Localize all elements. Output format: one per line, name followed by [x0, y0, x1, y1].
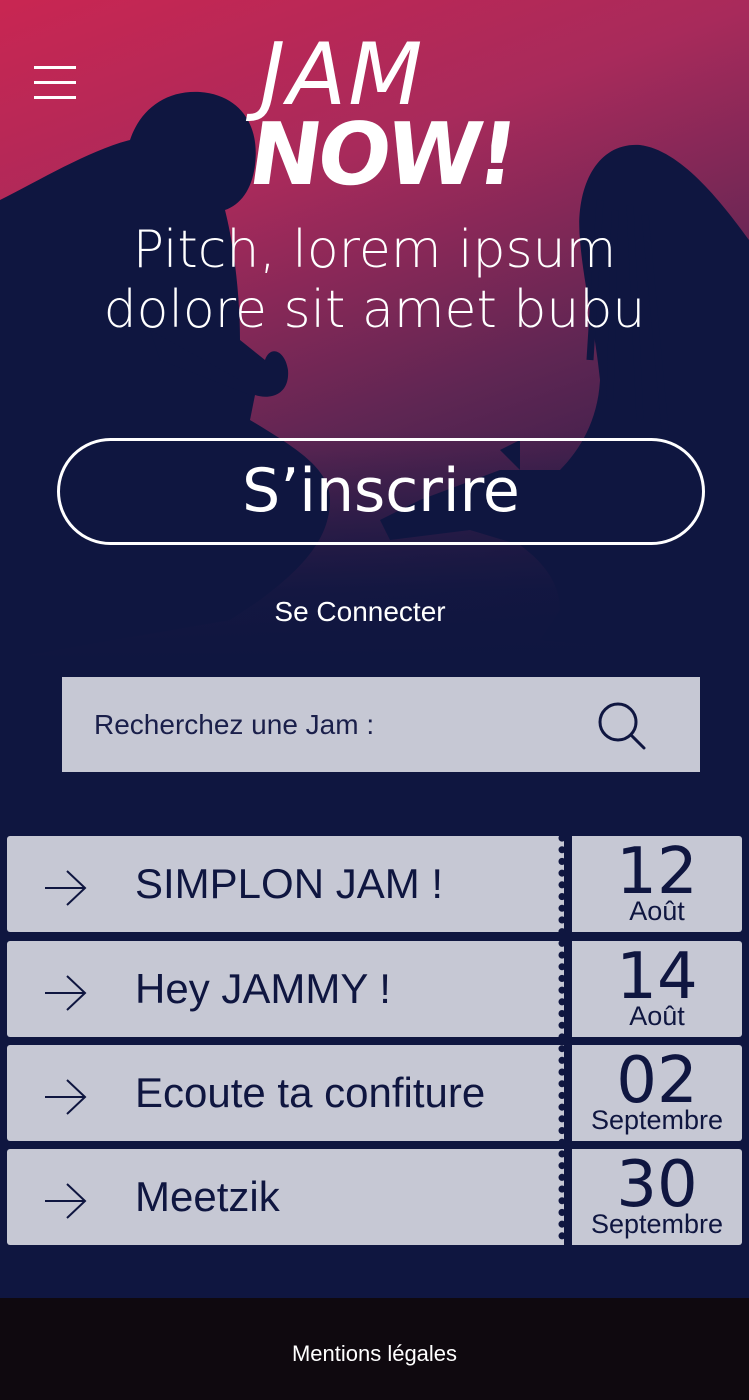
signup-button[interactable]: S’inscrire — [57, 438, 705, 545]
arrow-right-icon — [45, 975, 87, 1011]
jam-date: 02 Septembre — [572, 1045, 742, 1141]
pitch-line-1: Pitch, lorem ipsum — [132, 220, 617, 280]
pitch-line-2: dolore sit amet bubu — [103, 280, 646, 340]
logo-bottom-text: NOW! — [242, 105, 521, 205]
jam-date: 14 Août — [572, 941, 742, 1037]
jam-month: Septembre — [590, 1105, 724, 1135]
arrow-right-icon — [45, 1079, 87, 1115]
jam-card: Meetzik — [7, 1149, 564, 1245]
search-bar[interactable]: Recherchez une Jam : — [62, 677, 700, 772]
jam-title: Ecoute ta confiture — [135, 1069, 486, 1116]
jam-list-item[interactable]: Ecoute ta confiture 02 Septembre — [7, 1045, 742, 1141]
jam-title: Hey JAMMY ! — [135, 965, 391, 1012]
menu-icon-bar — [34, 81, 76, 84]
arrow-right-icon — [45, 870, 87, 906]
pitch-text: Pitch, lorem ipsum dolore sit amet bubu — [60, 220, 689, 340]
jam-list-item[interactable]: Hey JAMMY ! 14 Août — [7, 941, 742, 1037]
ticket-perforation-divider — [558, 836, 566, 1246]
jam-date: 30 Septembre — [572, 1149, 742, 1245]
jam-month: Septembre — [590, 1209, 724, 1239]
arrow-right-icon — [45, 1183, 87, 1219]
jam-card: Ecoute ta confiture — [7, 1045, 564, 1141]
jam-list-item[interactable]: Meetzik 30 Septembre — [7, 1149, 742, 1245]
jam-date: 12 Août — [572, 836, 742, 932]
jam-now-logo: JAM NOW! — [240, 30, 520, 205]
menu-icon-bar — [34, 66, 76, 69]
jam-month: Août — [629, 896, 685, 926]
search-label: Recherchez une Jam : — [94, 709, 375, 740]
menu-icon-bar — [34, 96, 76, 99]
jam-card: SIMPLON JAM ! — [7, 836, 564, 932]
jam-title: Meetzik — [135, 1173, 280, 1220]
jam-card: Hey JAMMY ! — [7, 941, 564, 1037]
login-link[interactable]: Se Connecter — [200, 592, 520, 632]
jam-title: SIMPLON JAM ! — [135, 860, 444, 907]
app-screen: JAM NOW! Pitch, lorem ipsum dolore sit a… — [0, 0, 749, 1400]
footer: Mentions légales — [0, 1298, 749, 1400]
jam-month: Août — [629, 1001, 685, 1031]
jam-list-item[interactable]: SIMPLON JAM ! 12 Août — [7, 836, 742, 932]
hamburger-menu-button[interactable] — [30, 62, 80, 104]
search-icon[interactable] — [596, 700, 648, 752]
legal-notice-link[interactable]: Mentions légales — [292, 1340, 457, 1368]
